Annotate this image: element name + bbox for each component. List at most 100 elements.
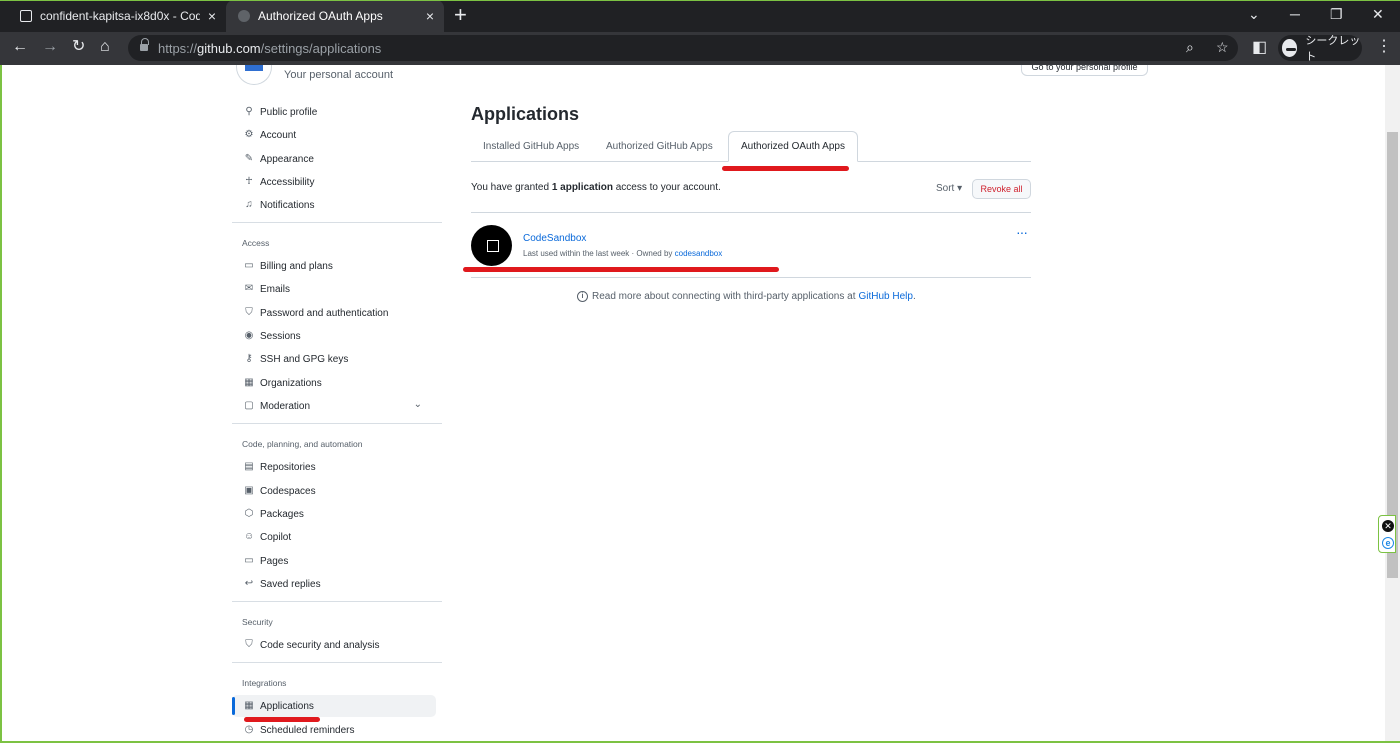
list-divider (471, 277, 1031, 278)
tab-installed-github-apps[interactable]: Installed GitHub Apps (471, 131, 591, 162)
annotation-underline-applications (244, 717, 320, 722)
back-icon[interactable]: ← (12, 38, 28, 56)
sidebar-item-pages[interactable]: ▭ Pages (232, 550, 436, 572)
sidebar-item-label: Packages (260, 508, 304, 520)
sidebar-item-accessibility[interactable]: ☥ Accessibility (232, 171, 436, 193)
info-icon: i (577, 291, 588, 302)
home-icon[interactable]: ⌂ (100, 38, 110, 56)
forward-icon[interactable]: → (42, 38, 58, 56)
sidebar-item-account[interactable]: ⚙ Account (232, 124, 436, 146)
sidebar-item-ssh-gpg[interactable]: ⚷ SSH and GPG keys (232, 348, 436, 370)
minimize-icon[interactable]: ─ (1290, 6, 1300, 22)
sidebar-item-moderation[interactable]: ▢ Moderation ⌄ (232, 395, 436, 417)
address-bar[interactable]: https://github.com/settings/applications… (128, 35, 1238, 61)
sidebar-item-label: Repositories (260, 461, 316, 473)
sidebar-item-notifications[interactable]: ♫ Notifications (232, 194, 436, 216)
sidebar-item-label: Applications (260, 700, 314, 712)
app-owner-link[interactable]: codesandbox (675, 249, 723, 258)
sidebar-item-code-security[interactable]: ⛉ Code security and analysis (232, 634, 436, 656)
sidebar-item-label: Pages (260, 555, 289, 567)
sidebar-item-emails[interactable]: ✉ Emails (232, 278, 436, 300)
read-more-note: i Read more about connecting with third-… (577, 291, 916, 302)
chevron-down-icon[interactable]: ⌄ (414, 399, 422, 410)
accessibility-icon: ☥ (245, 176, 253, 187)
sidebar-item-sessions[interactable]: ◉ Sessions (232, 325, 436, 347)
incognito-label: シークレット (1305, 35, 1361, 63)
sidebar-item-codespaces[interactable]: ▣ Codespaces (232, 480, 436, 502)
sidebar-heading-integrations: Integrations (242, 678, 287, 688)
sidebar-divider (232, 423, 442, 424)
sidebar-item-organizations[interactable]: ▦ Organizations (232, 372, 436, 394)
new-tab-button[interactable]: + (454, 4, 467, 26)
url-text[interactable]: https://github.com/settings/applications (158, 41, 381, 56)
sort-dropdown[interactable]: Sort ▾ (936, 183, 962, 194)
bookmark-star-icon[interactable]: ☆ (1216, 39, 1229, 56)
sidebar-item-label: Notifications (260, 199, 315, 211)
browser-menu-icon[interactable]: ⋮ (1376, 38, 1392, 56)
tab-authorized-github-apps[interactable]: Authorized GitHub Apps (594, 131, 725, 162)
browser-tab-codesandbox[interactable]: confident-kapitsa-ix8d0x - CodeS × (8, 0, 226, 32)
zoom-icon[interactable]: ⌕ (1186, 39, 1194, 56)
close-circle-icon[interactable]: ✕ (1382, 520, 1394, 532)
sidebar-divider (232, 222, 442, 223)
tab-authorized-oauth-apps[interactable]: Authorized OAuth Apps (728, 131, 858, 162)
sidebar-item-packages[interactable]: ⬡ Packages (232, 503, 436, 525)
avatar[interactable] (236, 65, 272, 85)
apps-icon: ▦ (244, 700, 254, 711)
codesandbox-logo-icon[interactable] (471, 225, 512, 266)
sidebar-item-label: SSH and GPG keys (260, 353, 349, 365)
sidebar-item-copilot[interactable]: ☺ Copilot (232, 526, 436, 548)
sidebar-item-label: Codespaces (260, 485, 316, 497)
gear-icon: ⚙ (244, 129, 254, 140)
sidebar-item-appearance[interactable]: ✎ Appearance (232, 148, 436, 170)
github-help-link[interactable]: GitHub Help (858, 291, 912, 302)
scrollbar-thumb[interactable] (1387, 132, 1398, 578)
github-favicon-icon (238, 10, 250, 22)
go-to-profile-button[interactable]: Go to your personal profile (1021, 65, 1148, 76)
clock-icon: ◷ (244, 724, 254, 735)
browser-icon: ▭ (244, 555, 254, 566)
browser-tab-oauth-apps[interactable]: Authorized OAuth Apps × (226, 0, 444, 32)
more-options-icon[interactable]: ··· (1016, 224, 1028, 240)
package-icon: ⬡ (244, 508, 254, 519)
close-tab-icon[interactable]: × (426, 8, 434, 24)
shield-icon: ⛉ (245, 639, 253, 650)
paintbrush-icon: ✎ (244, 153, 254, 164)
close-tab-icon[interactable]: × (208, 8, 216, 24)
sidebar-item-applications[interactable]: ▦ Applications (232, 695, 436, 717)
shield-lock-icon: ⛉ (245, 307, 253, 318)
sidebar-item-label: Copilot (260, 531, 292, 543)
extension-widget[interactable]: ✕ e (1378, 515, 1396, 553)
restore-icon[interactable]: ❐ (1330, 6, 1343, 23)
incognito-badge[interactable]: シークレット (1278, 35, 1362, 63)
sidebar-heading-security: Security (242, 617, 273, 627)
sidebar-item-label: Public profile (260, 106, 318, 118)
sidebar-item-label: Code security and analysis (260, 639, 380, 651)
sidebar-item-saved-replies[interactable]: ↩ Saved replies (232, 573, 436, 595)
browser-toolbar: ← → ↻ ⌂ https://github.com/settings/appl… (0, 32, 1400, 65)
sidebar-item-label: Account (260, 129, 297, 141)
report-icon: ▢ (244, 400, 254, 411)
bell-icon: ♫ (245, 199, 253, 210)
app-name-link[interactable]: CodeSandbox (523, 233, 586, 244)
repo-icon: ▤ (244, 461, 254, 472)
sidebar-item-billing[interactable]: ▭ Billing and plans (232, 255, 436, 277)
reload-icon[interactable]: ↻ (72, 38, 85, 56)
revoke-all-button[interactable]: Revoke all (972, 179, 1031, 199)
window-close-icon[interactable]: ✕ (1372, 6, 1384, 23)
tab-search-icon[interactable]: ⌄ (1248, 6, 1260, 23)
person-icon: ⚲ (245, 106, 253, 117)
copilot-icon: ☺ (244, 531, 255, 542)
side-panel-icon[interactable]: ◧ (1252, 39, 1267, 57)
tab-title: Authorized OAuth Apps (258, 9, 383, 23)
sidebar-item-scheduled-reminders[interactable]: ◷ Scheduled reminders (232, 719, 436, 741)
sidebar-item-public-profile[interactable]: ⚲ Public profile (232, 101, 436, 123)
sidebar-item-password-auth[interactable]: ⛉ Password and authentication (232, 302, 436, 324)
frame-border-top (0, 0, 1400, 1)
sidebar-item-label: Scheduled reminders (260, 724, 355, 736)
granted-count: 1 application (551, 182, 613, 193)
account-subtitle: Your personal account (284, 69, 394, 81)
sidebar-item-label: Password and authentication (260, 307, 389, 319)
sidebar-item-repositories[interactable]: ▤ Repositories (232, 456, 436, 478)
extension-e-icon[interactable]: e (1382, 537, 1394, 549)
